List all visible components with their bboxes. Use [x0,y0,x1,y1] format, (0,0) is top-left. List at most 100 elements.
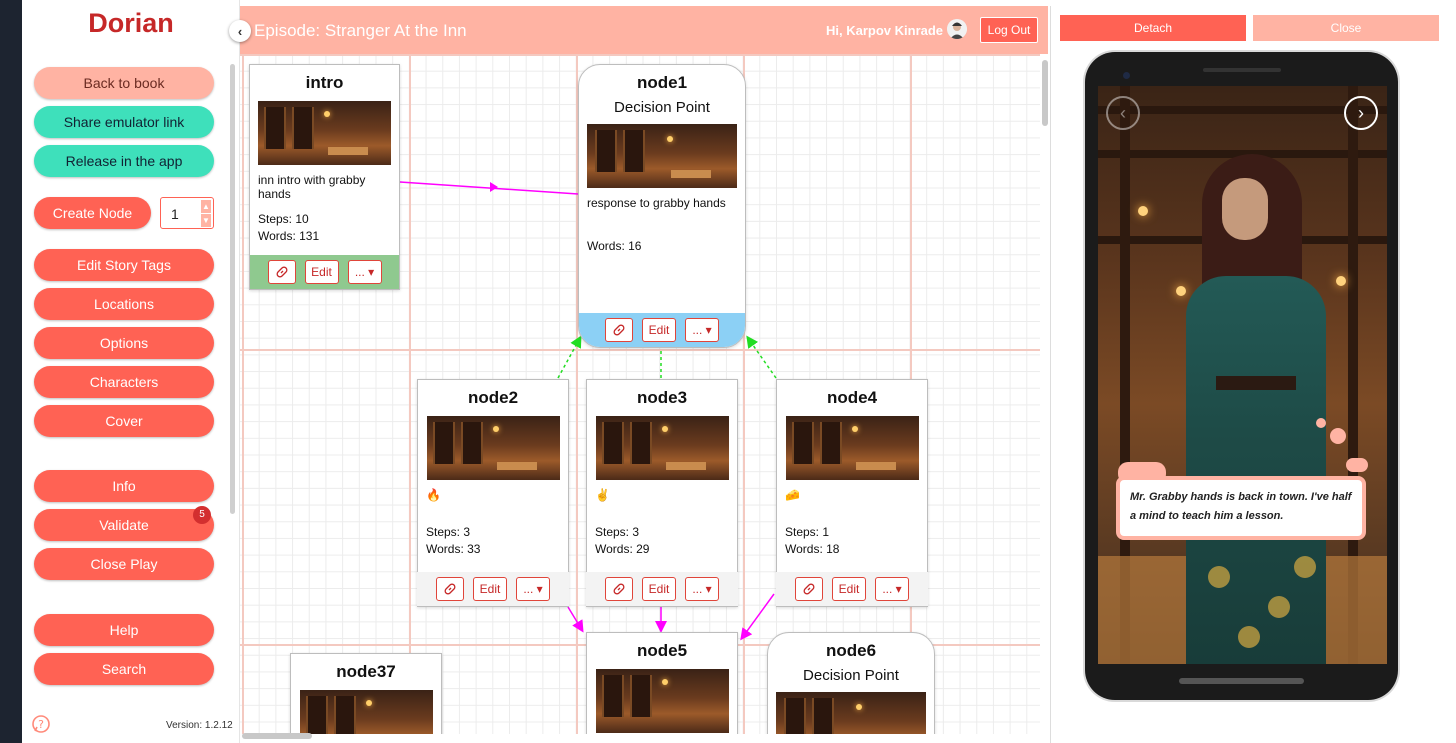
next-arrow-icon[interactable]: › [1344,96,1378,130]
node-count-stepper[interactable]: 1 ▲ ▼ [160,197,214,229]
link-icon [803,583,815,595]
node-5[interactable]: node5 [586,632,738,734]
chevron-left-icon: ‹ [237,23,243,39]
preview-panel: Detach Close ‹ › Mr. Grabby hands is bac… [1050,6,1456,743]
edge-node4-node5 [740,593,775,641]
left-dark-strip [0,0,22,743]
inn-background-thumbnail [426,416,560,480]
canvas-horizontal-scrollbar[interactable] [242,733,312,739]
node-actions-bar: Edit ... ▾ [250,255,399,289]
node-actions-bar: Edit ... ▾ [579,313,745,347]
node-6[interactable]: node6 Decision Point [767,632,935,734]
options-button[interactable]: Options [34,327,214,359]
node-subtitle: Decision Point [803,667,899,684]
node-1[interactable]: node1 Decision Point response to grabby … [578,64,746,348]
edit-node-button[interactable]: Edit [642,577,676,601]
search-button[interactable]: Search [34,653,214,685]
link-button[interactable] [795,577,823,601]
node-title: node6 [825,641,877,660]
phone-home-bar [1179,678,1304,684]
node-subtitle: Decision Point [614,99,710,116]
more-menu-button[interactable]: ... ▾ [685,577,719,601]
top-bar: Episode: Stranger At the Inn Hi, Karpov … [240,6,1048,54]
node-words: Words: 16 [587,239,642,253]
sidebar: Dorian Back to book Share emulator link … [22,0,240,743]
stepper-down-icon[interactable]: ▼ [201,214,211,227]
inn-background-thumbnail [587,124,737,188]
node-title: node4 [826,388,878,407]
locations-button[interactable]: Locations [34,288,214,320]
node-title: node37 [336,662,396,681]
canvas-vertical-scrollbar[interactable] [1042,60,1048,126]
edge-node2-node5 [567,606,584,633]
create-node-button[interactable]: Create Node [34,197,151,229]
phone-speaker [1203,68,1281,72]
link-button[interactable] [605,577,633,601]
inn-background-thumbnail [258,101,391,165]
edit-node-button[interactable]: Edit [642,318,676,342]
node-description: response to grabby hands [587,196,726,210]
node-steps: Steps: 10 [258,212,309,226]
phone-emulator: ‹ › Mr. Grabby hands is back in town. I'… [1085,52,1398,700]
user-avatar-icon [947,19,967,39]
edge-node2-node1 [557,335,582,379]
detach-button[interactable]: Detach [1060,15,1246,41]
release-in-app-button[interactable]: Release in the app [34,145,214,177]
inn-background-thumbnail [595,416,729,480]
node-tag-emoji: ✌️ [595,488,610,502]
node-graph-canvas[interactable]: intro inn intro with grabby hands Steps:… [240,54,1040,734]
more-menu-button[interactable]: ... ▾ [875,577,909,601]
help-button[interactable]: Help [34,614,214,646]
node-title: node1 [636,73,688,92]
link-button[interactable] [436,577,464,601]
cover-button[interactable]: Cover [34,405,214,437]
version-label: Version: 1.2.12 [166,720,233,731]
node-steps: Steps: 1 [785,525,830,539]
node-37[interactable]: node37 [290,653,442,734]
inn-background-thumbnail [785,416,919,480]
previous-arrow-icon[interactable]: ‹ [1106,96,1140,130]
node-words: Words: 131 [258,229,320,243]
close-play-button[interactable]: Close Play [34,548,214,580]
node-title: node5 [636,641,688,660]
link-icon [444,583,456,595]
sidebar-scrollbar[interactable] [230,64,235,514]
edit-node-button[interactable]: Edit [832,577,866,601]
validate-button[interactable]: Validate [34,509,214,541]
node-steps: Steps: 3 [595,525,640,539]
node-steps: Steps: 3 [426,525,471,539]
dialogue-bubble[interactable]: Mr. Grabby hands is back in town. I've h… [1116,476,1366,540]
brand-title: Dorian [88,8,174,38]
more-menu-button[interactable]: ... ▾ [347,260,382,284]
inn-background-thumbnail [776,692,926,734]
node-tag-emoji: 🧀 [785,488,800,502]
share-emulator-link-button[interactable]: Share emulator link [34,106,214,138]
edit-node-button[interactable]: Edit [473,577,507,601]
more-menu-button[interactable]: ... ▾ [516,577,550,601]
question-chat-icon[interactable]: ? [31,714,51,734]
edit-story-tags-button[interactable]: Edit Story Tags [34,249,214,281]
edge-arrow-icon [490,182,498,192]
logout-button[interactable]: Log Out [980,17,1038,43]
inn-background-thumbnail [595,669,729,733]
node-actions-bar: Edit ... ▾ [776,572,928,606]
edit-node-button[interactable]: Edit [304,260,339,284]
link-button[interactable] [267,260,296,284]
node-words: Words: 29 [595,542,650,556]
close-preview-button[interactable]: Close [1253,15,1439,41]
stepper-up-icon[interactable]: ▲ [201,200,211,213]
info-button[interactable]: Info [34,470,214,502]
avatar [947,19,967,39]
phone-camera [1123,72,1130,79]
link-button[interactable] [605,318,633,342]
node-intro[interactable]: intro inn intro with grabby hands Steps:… [249,64,400,290]
node-words: Words: 18 [785,542,840,556]
collapse-sidebar-button[interactable]: ‹ [229,20,251,42]
node-tag-emoji: 🔥 [426,488,441,502]
back-to-book-button[interactable]: Back to book [34,67,214,99]
episode-title: Episode: Stranger At the Inn [254,21,467,40]
more-menu-button[interactable]: ... ▾ [685,318,719,342]
emulator-screen[interactable]: ‹ › Mr. Grabby hands is back in town. I'… [1098,86,1387,664]
link-icon [613,583,625,595]
characters-button[interactable]: Characters [34,366,214,398]
